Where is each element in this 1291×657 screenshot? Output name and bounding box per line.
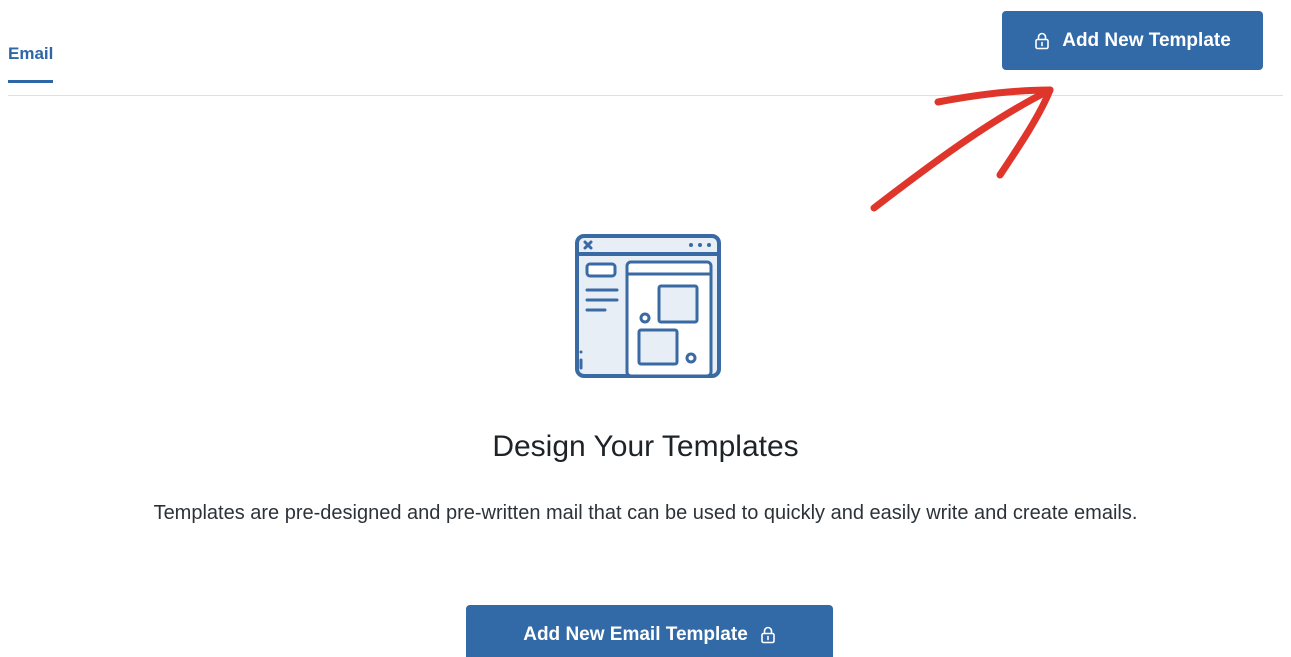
empty-state-description: Templates are pre-designed and pre-writt… [153,502,1138,524]
add-new-template-label: Add New Template [1062,29,1231,51]
add-new-email-template-button[interactable]: Add New Email Template [466,605,833,657]
empty-state-title: Design Your Templates [492,430,799,463]
add-new-email-template-label: Add New Email Template [523,624,748,645]
browser-window-template-icon [575,234,721,378]
lock-icon [1034,32,1050,50]
red-arrow-icon [870,86,1054,212]
tab-email-label: Email [8,44,54,63]
templates-page: Email Add New Template Design Your Templ… [0,0,1291,657]
add-new-template-button[interactable]: Add New Template [1002,11,1263,70]
lock-icon [760,626,776,644]
tab-email[interactable]: Email [8,44,54,83]
